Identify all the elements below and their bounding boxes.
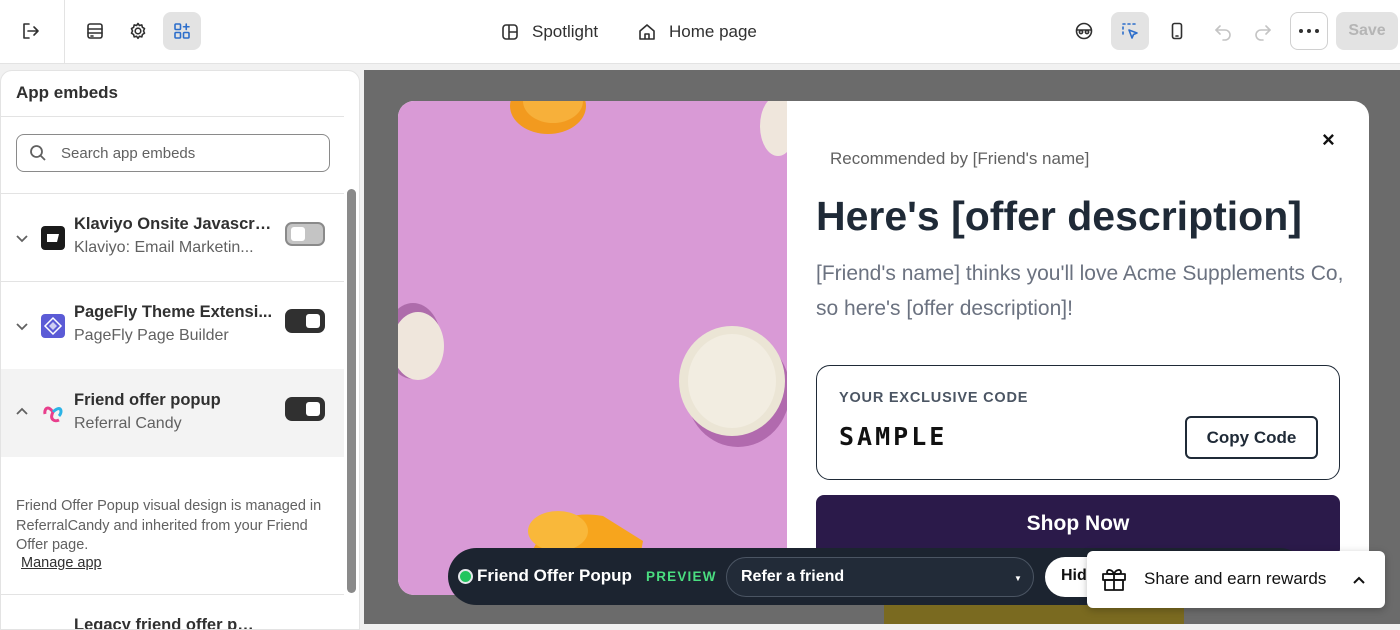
search-icon bbox=[30, 145, 46, 161]
gear-icon bbox=[130, 22, 146, 40]
mobile-icon bbox=[1171, 22, 1183, 40]
chevron-up-icon bbox=[16, 407, 28, 415]
page-label: Home page bbox=[669, 22, 757, 41]
offer-headline: Here's [offer description] bbox=[816, 193, 1302, 239]
chevron-up-icon[interactable] bbox=[1352, 573, 1366, 587]
app-description: Friend Offer Popup visual design is mana… bbox=[16, 498, 322, 553]
home-icon bbox=[639, 24, 655, 40]
offer-image bbox=[398, 101, 787, 595]
select-mode-button[interactable] bbox=[1111, 12, 1149, 50]
exit-button[interactable] bbox=[11, 12, 49, 50]
offer-subtext: [Friend's name] thinks you'll love Acme … bbox=[816, 262, 1344, 320]
app-embeds-button[interactable] bbox=[163, 12, 201, 50]
referral-candy-logo bbox=[41, 400, 65, 424]
chevron-down-icon bbox=[16, 323, 28, 331]
redo-button[interactable] bbox=[1244, 12, 1282, 50]
select-cursor-icon bbox=[1122, 23, 1138, 39]
status-dot-icon bbox=[458, 569, 473, 584]
share-rewards-widget[interactable]: Share and earn rewards bbox=[1087, 551, 1385, 608]
chevron-down-icon bbox=[16, 235, 28, 243]
app-name: Klaviyo Onsite Javascript bbox=[74, 215, 274, 233]
expand-button[interactable] bbox=[15, 231, 29, 245]
page-selector[interactable]: Home page bbox=[637, 18, 757, 46]
app-subtitle: Klaviyo: Email Marketin... bbox=[74, 239, 254, 256]
undo-button[interactable] bbox=[1204, 12, 1242, 50]
app-row-pagefly[interactable]: PageFly Theme Extensi... PageFly Page Bu… bbox=[1, 281, 344, 369]
friend-offer-modal: × Recommended by [Friend's name] Here's … bbox=[398, 101, 1369, 595]
app-subtitle: Referral Candy bbox=[74, 415, 182, 432]
divider bbox=[1, 594, 344, 595]
face-icon bbox=[1075, 22, 1093, 40]
app-subtitle: PageFly Page Builder bbox=[74, 327, 229, 344]
app-row-friend-offer[interactable]: Friend offer popup Referral Candy bbox=[1, 369, 344, 457]
sections-icon bbox=[87, 23, 103, 39]
manage-app-link[interactable]: Manage app bbox=[21, 555, 102, 571]
app-toggle[interactable] bbox=[285, 309, 325, 333]
redo-icon bbox=[1255, 25, 1271, 41]
mobile-view-button[interactable] bbox=[1158, 12, 1196, 50]
app-row-klaviyo[interactable]: Klaviyo Onsite Javascript Klaviyo: Email… bbox=[1, 193, 344, 281]
undo-icon bbox=[1215, 25, 1231, 41]
spotlight-link[interactable]: Spotlight bbox=[500, 18, 598, 46]
preview-badge: PREVIEW bbox=[646, 569, 717, 584]
code-value: SAMPLE bbox=[839, 422, 948, 451]
close-button[interactable]: × bbox=[1322, 127, 1335, 153]
code-label: YOUR EXCLUSIVE CODE bbox=[839, 390, 1029, 406]
panel-title: App embeds bbox=[16, 83, 119, 102]
app-toggle[interactable] bbox=[285, 397, 325, 421]
code-box: YOUR EXCLUSIVE CODE SAMPLE Copy Code bbox=[816, 365, 1340, 480]
toolbar-divider bbox=[64, 0, 65, 64]
app-name: PageFly Theme Extensi... bbox=[74, 303, 273, 321]
app-name: Friend offer popup bbox=[74, 391, 221, 409]
divider bbox=[1, 116, 344, 117]
exit-icon bbox=[23, 23, 39, 39]
inspector-button[interactable] bbox=[1065, 12, 1103, 50]
theme-settings-button[interactable] bbox=[119, 12, 157, 50]
select-value: Refer a friend bbox=[741, 568, 845, 585]
klaviyo-logo bbox=[41, 226, 65, 250]
search-box[interactable] bbox=[16, 134, 330, 172]
gift-icon bbox=[1102, 569, 1126, 591]
spotlight-label: Spotlight bbox=[532, 22, 599, 41]
preview-title: Friend Offer Popup bbox=[477, 566, 632, 585]
top-bar: Spotlight Home page Save bbox=[0, 0, 1400, 64]
popup-type-select[interactable]: Refer a friend ▼ bbox=[726, 557, 1034, 597]
next-app-name: Legacy friend offer pop... bbox=[74, 616, 254, 630]
sections-button[interactable] bbox=[76, 12, 114, 50]
search-input[interactable] bbox=[61, 144, 311, 162]
recommended-by-text: Recommended by [Friend's name] bbox=[830, 149, 1090, 168]
panel-scrollbar[interactable] bbox=[347, 189, 356, 593]
copy-code-button[interactable]: Copy Code bbox=[1185, 416, 1318, 459]
share-label: Share and earn rewards bbox=[1144, 569, 1327, 588]
app-toggle[interactable] bbox=[285, 222, 325, 246]
expand-button[interactable] bbox=[15, 319, 29, 333]
save-button[interactable]: Save bbox=[1336, 12, 1398, 50]
dropdown-arrow-icon: ▼ bbox=[1014, 574, 1022, 583]
ellipsis-icon bbox=[1299, 29, 1303, 33]
layout-icon bbox=[502, 24, 518, 40]
more-actions-button[interactable] bbox=[1290, 12, 1328, 50]
apps-icon bbox=[174, 23, 190, 39]
app-embeds-panel: App embeds Klaviyo Onsite Javascript Kla… bbox=[0, 70, 360, 630]
collapse-button[interactable] bbox=[15, 405, 29, 419]
pagefly-logo bbox=[41, 314, 65, 338]
